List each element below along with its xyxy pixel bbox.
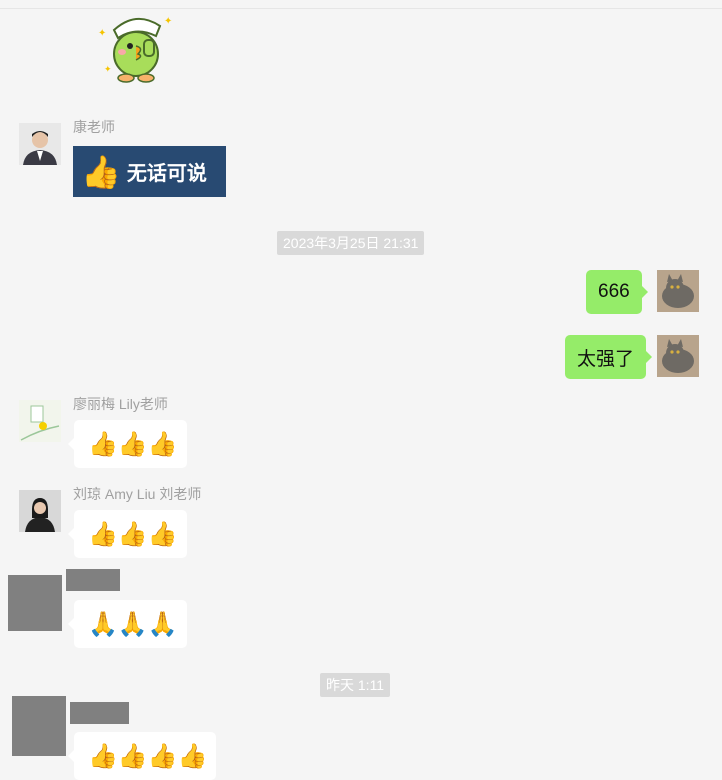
self-avatar[interactable]: [657, 335, 699, 377]
message-bubble[interactable]: 👍👍👍: [68, 420, 187, 468]
svg-text:✦: ✦: [164, 16, 172, 27]
self-avatar[interactable]: [657, 270, 699, 312]
parrot-sticker-icon[interactable]: ✦ ✦ ✦: [96, 6, 176, 86]
sender-name-redacted: [70, 702, 129, 724]
avatar-kang[interactable]: [19, 123, 61, 165]
avatar-redacted[interactable]: [8, 575, 62, 631]
message-bubble[interactable]: 🙏🙏🙏: [68, 600, 187, 648]
timestamp: 2023年3月25日 21:31: [277, 231, 425, 255]
svg-text:✦: ✦: [98, 28, 106, 39]
thumbs-up-icon: 👍: [81, 153, 121, 190]
image-message-text: 无话可说: [126, 163, 207, 185]
sender-name: 刘琼 Amy Liu 刘老师: [73, 486, 202, 502]
self-message-bubble[interactable]: 太强了: [565, 335, 653, 379]
svg-text:✦: ✦: [104, 64, 112, 74]
avatar-lily[interactable]: [19, 400, 61, 442]
sender-name-redacted: [66, 569, 120, 591]
message-bubble[interactable]: 👍👍👍: [68, 510, 187, 558]
avatar-amy-liu[interactable]: [19, 490, 61, 532]
sender-name: 康老师: [73, 119, 115, 135]
self-message-bubble[interactable]: 666: [586, 270, 648, 314]
avatar-redacted[interactable]: [12, 696, 66, 756]
message-bubble[interactable]: 👍👍👍👍: [68, 732, 216, 780]
timestamp: 昨天 1:11: [320, 673, 391, 697]
image-message[interactable]: 👍 无话可说: [73, 146, 226, 197]
sender-name: 廖丽梅 Lily老师: [73, 396, 168, 412]
